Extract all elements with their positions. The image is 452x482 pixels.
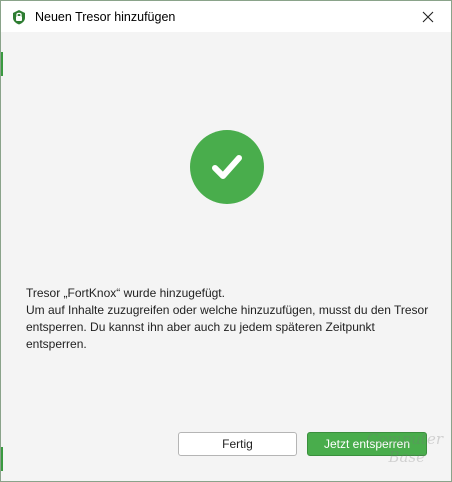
dialog-content: Tresor „FortKnox“ wurde hinzugefügt. Um … [1, 32, 451, 481]
unlock-hint-text: Um auf Inhalte zuzugreifen oder welche h… [26, 303, 429, 351]
vault-added-text: Tresor „FortKnox“ wurde hinzugefügt. [26, 286, 225, 300]
done-button[interactable]: Fertig [178, 432, 297, 456]
success-badge [190, 130, 264, 204]
left-edge-accent [1, 52, 3, 76]
checkmark-icon [212, 155, 242, 179]
dialog-window: Neuen Tresor hinzufügen Tresor „FortKnox… [0, 0, 452, 482]
success-message: Tresor „FortKnox“ wurde hinzugefügt. Um … [26, 285, 431, 353]
close-icon [422, 11, 434, 22]
cryptomator-vault-icon [13, 9, 25, 24]
left-edge-accent [1, 447, 3, 471]
unlock-now-button[interactable]: Jetzt entsperren [307, 432, 427, 456]
title-bar: Neuen Tresor hinzufügen [1, 1, 451, 32]
window-title: Neuen Tresor hinzufügen [35, 9, 176, 24]
close-button[interactable] [405, 1, 451, 32]
